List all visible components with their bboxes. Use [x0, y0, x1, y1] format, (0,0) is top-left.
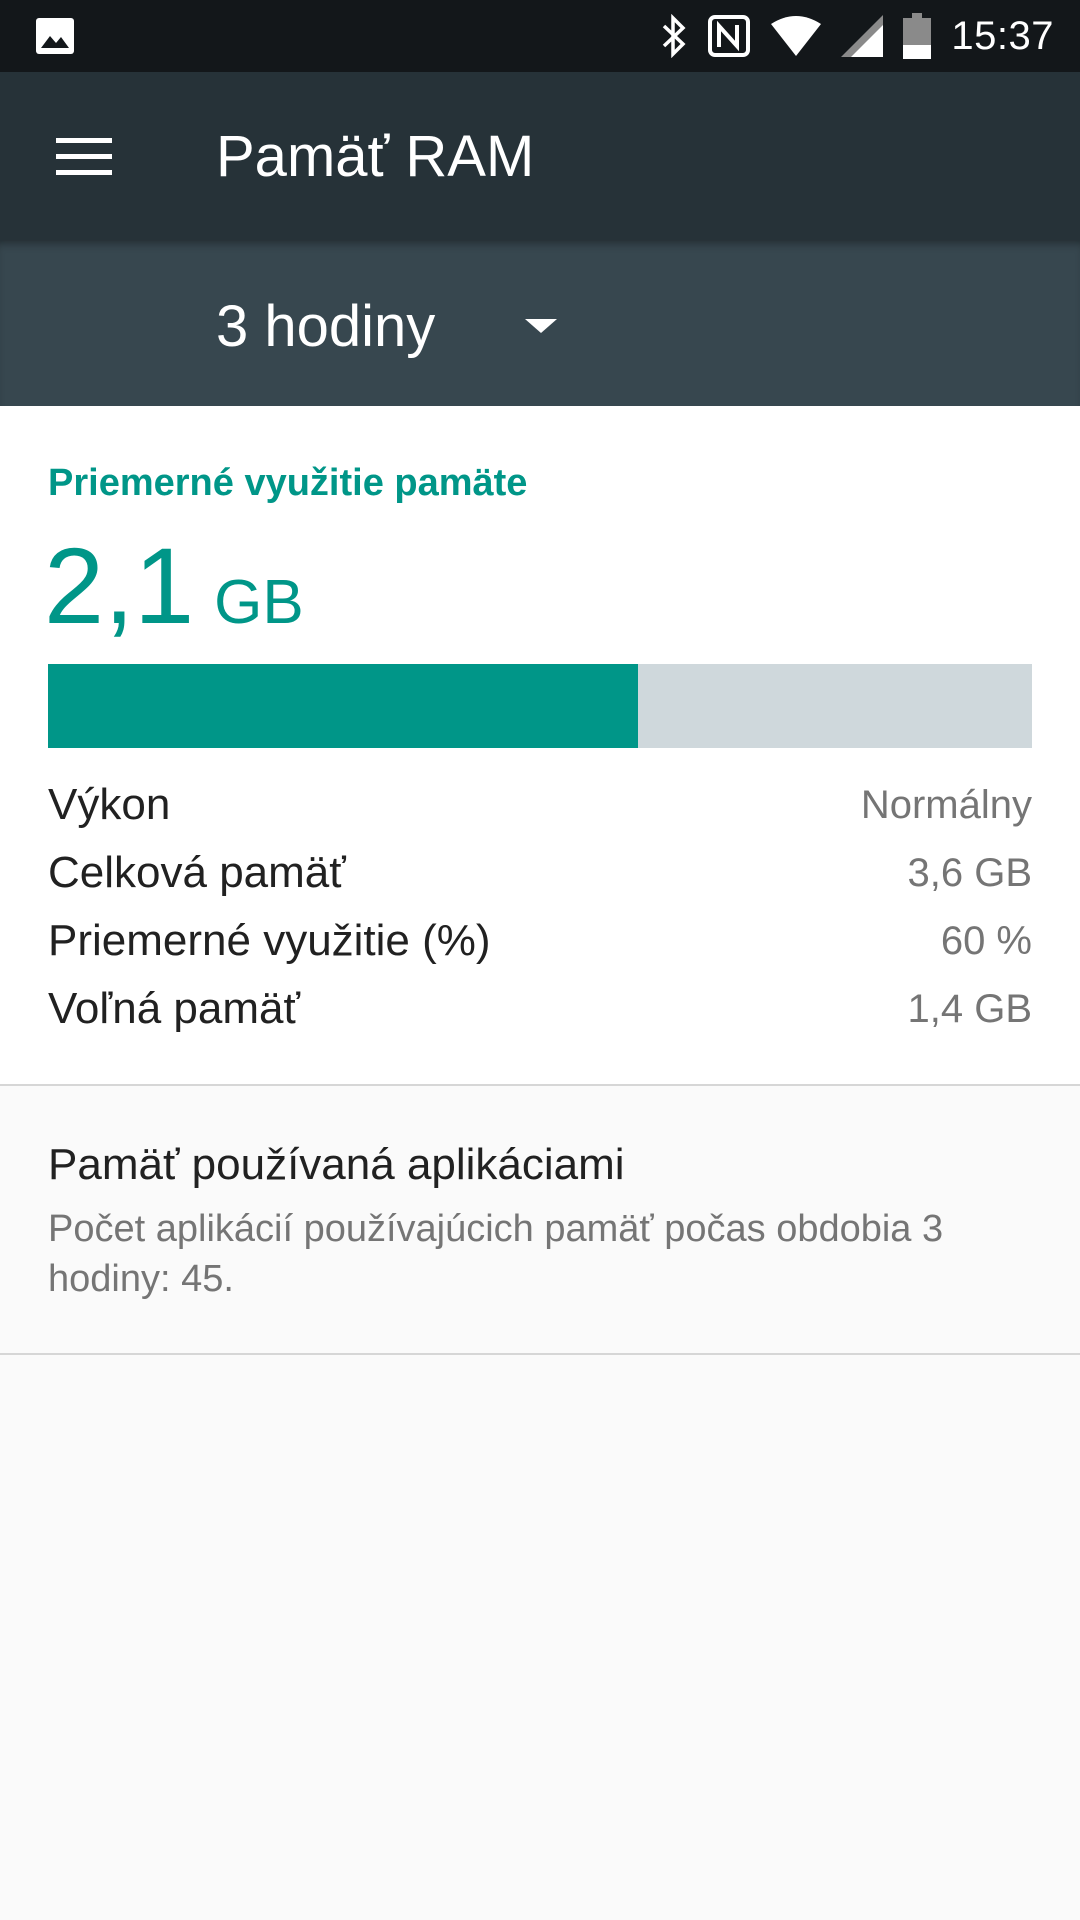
status-bar: 15:37: [0, 0, 1080, 72]
memory-usage-bar: [48, 664, 1032, 748]
average-usage-number: 2,1: [44, 525, 195, 646]
stat-value: 60 %: [940, 918, 1032, 963]
average-usage-label: Priemerné využitie pamäte: [48, 462, 528, 504]
status-time: 15:37: [951, 13, 1054, 58]
period-dropdown[interactable]: 3 hodiny: [216, 290, 558, 362]
bluetooth-icon: [663, 14, 686, 58]
stat-label: Celková pamäť: [48, 848, 346, 897]
battery-icon: [903, 13, 932, 59]
stat-value: 3,6 GB: [907, 850, 1032, 895]
average-usage-unit: GB: [214, 568, 304, 637]
divider: [0, 1353, 1080, 1355]
stat-value: 1,4 GB: [907, 986, 1032, 1031]
memory-usage-bar-fill: [48, 664, 639, 748]
apps-memory-title: Pamäť používaná aplikáciami: [48, 1140, 625, 1189]
page-title: Pamäť RAM: [216, 124, 535, 189]
stat-label: Voľná pamäť: [48, 984, 300, 1033]
stat-label: Výkon: [48, 780, 171, 829]
dropdown-icon: [525, 319, 558, 333]
gallery-icon: [36, 18, 74, 54]
wifi-icon: [771, 16, 822, 56]
signal-icon: [841, 15, 884, 57]
app-bar: [0, 72, 1080, 240]
stat-label: Priemerné využitie (%): [48, 916, 491, 965]
period-label: 3 hodiny: [216, 293, 436, 359]
nfc-icon: [708, 15, 751, 57]
apps-memory-description: Počet aplikácií používajúcich pamäť poča…: [48, 1208, 944, 1300]
average-usage-value: 2,1 GB: [44, 526, 304, 646]
stat-row-average-usage-percent: Priemerné využitie (%) 60 %: [48, 913, 1032, 969]
stat-row-free-memory: Voľná pamäť 1,4 GB: [48, 981, 1032, 1037]
stat-value: Normálny: [860, 782, 1032, 827]
stat-row-total-memory: Celková pamäť 3,6 GB: [48, 845, 1032, 901]
menu-icon[interactable]: [56, 138, 112, 175]
stat-row-performance: Výkon Normálny: [48, 777, 1032, 833]
